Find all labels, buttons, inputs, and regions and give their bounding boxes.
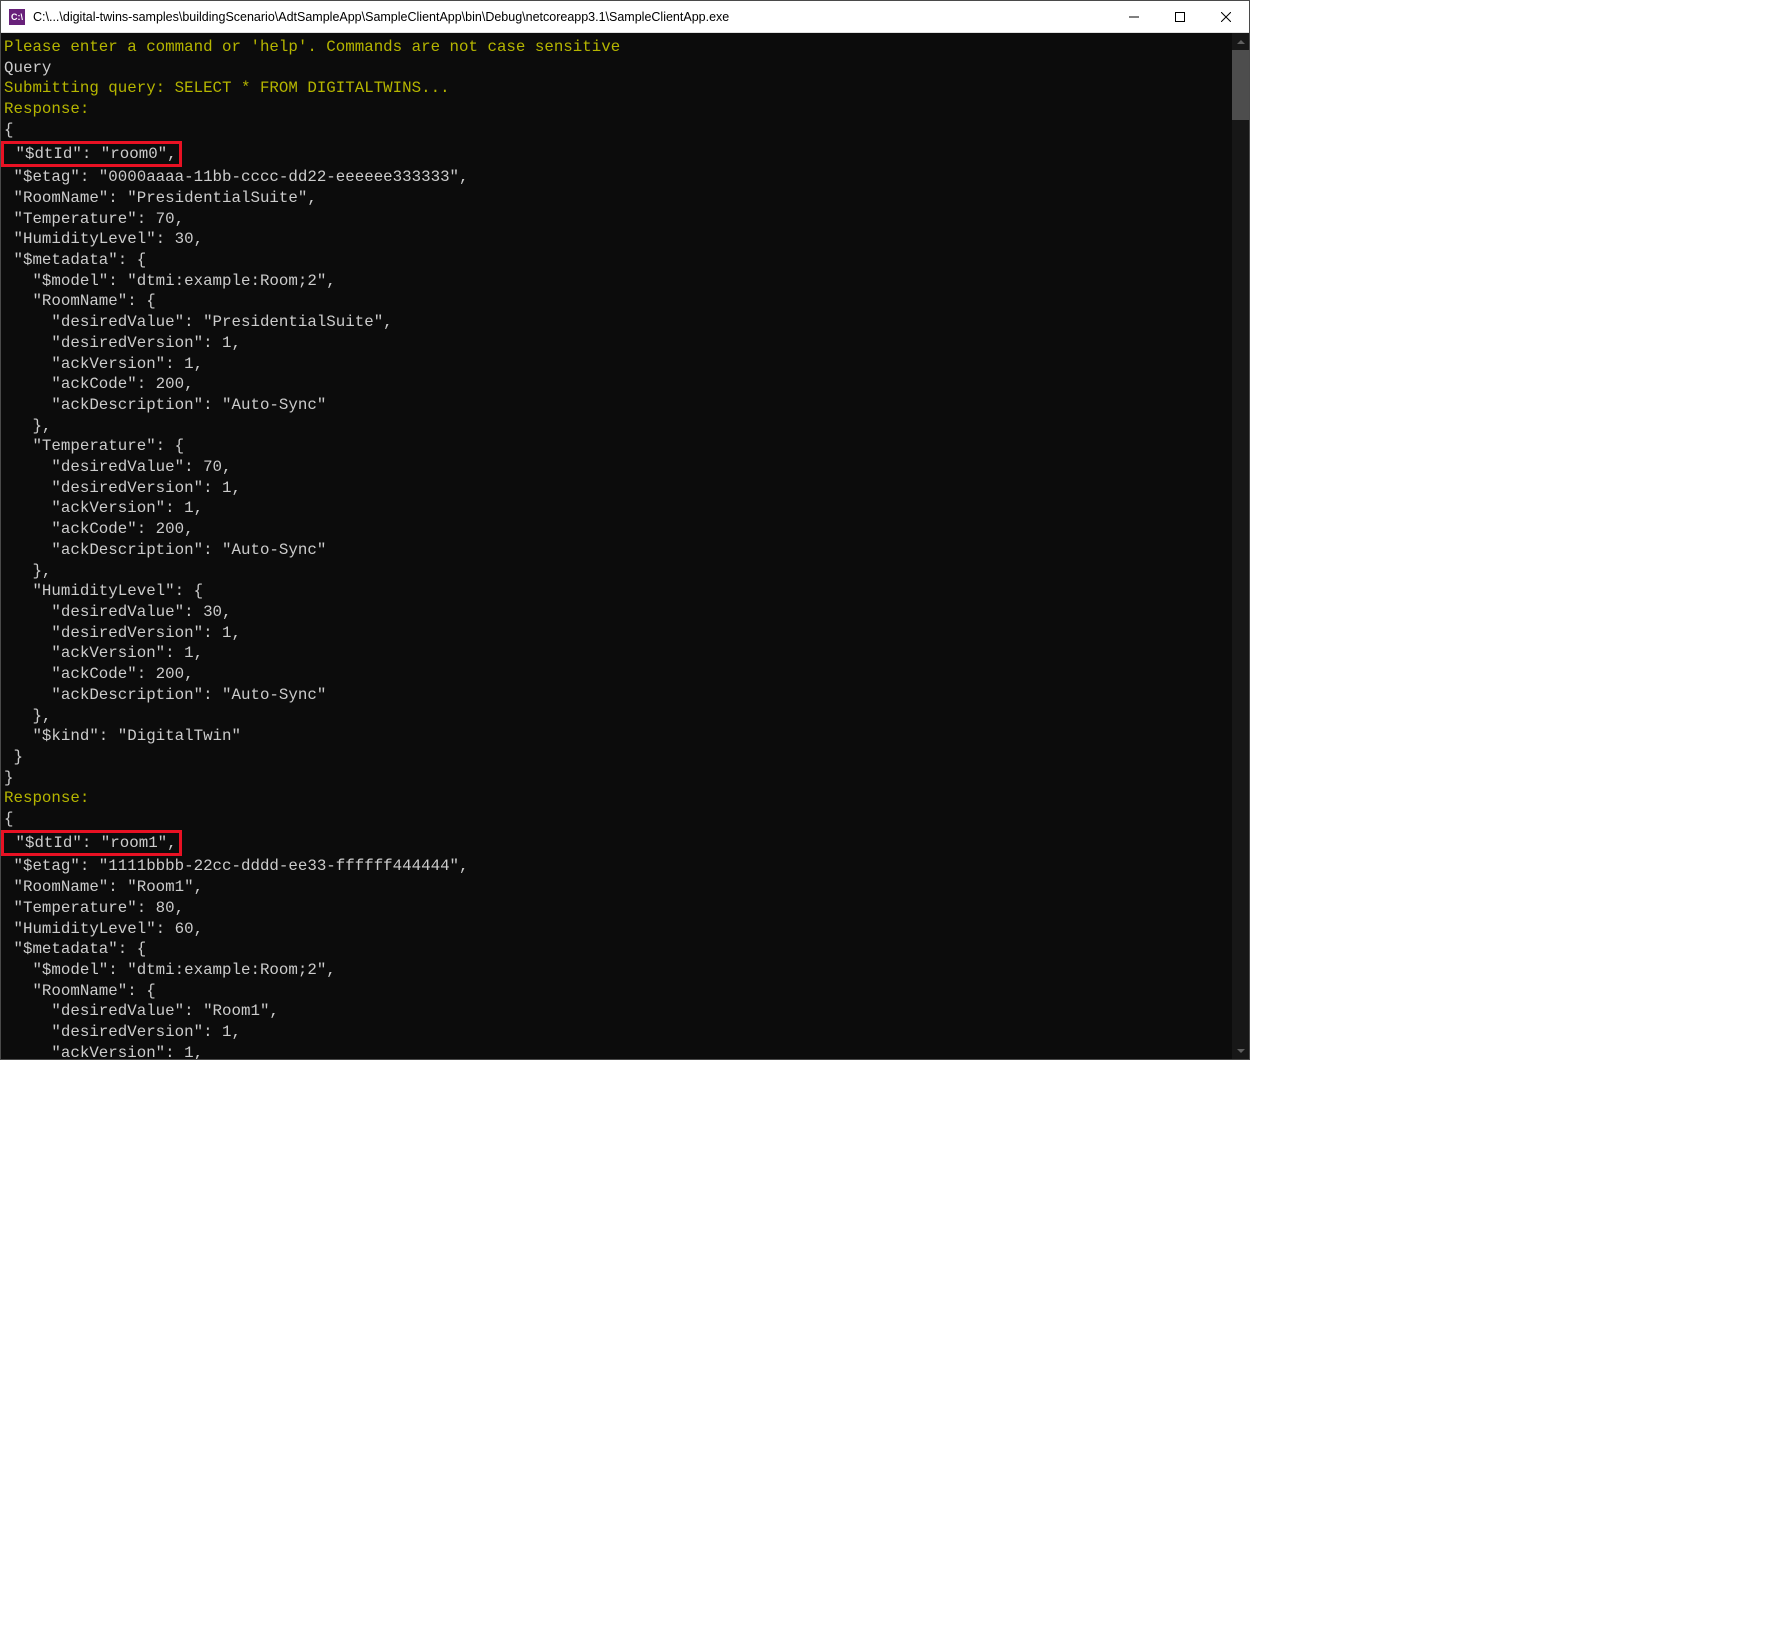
close-button[interactable] xyxy=(1203,1,1249,32)
maximize-button[interactable] xyxy=(1157,1,1203,32)
dtid-line-2: "$dtId": "room1", xyxy=(6,834,177,852)
scroll-down-button[interactable] xyxy=(1232,1042,1249,1059)
json-open-2: { xyxy=(4,810,13,828)
maximize-icon xyxy=(1175,12,1185,22)
json-body-1: "$etag": "0000aaaa-11bb-cccc-dd22-eeeeee… xyxy=(4,168,469,786)
prompt-text: Please enter a command or 'help'. Comman… xyxy=(4,38,620,56)
scroll-up-button[interactable] xyxy=(1232,33,1249,50)
close-icon xyxy=(1221,12,1231,22)
dtid-highlight-2: "$dtId": "room1", xyxy=(1,830,182,857)
minimize-button[interactable] xyxy=(1111,1,1157,32)
app-icon: C:\ xyxy=(9,9,25,25)
app-window: C:\ C:\...\digital-twins-samples\buildin… xyxy=(0,0,1250,1060)
response-label-2: Response: xyxy=(4,789,89,807)
response-label-1: Response: xyxy=(4,100,89,118)
window-controls xyxy=(1111,1,1249,32)
minimize-icon xyxy=(1129,12,1139,22)
vertical-scrollbar[interactable] xyxy=(1232,33,1249,1059)
json-body-2: "$etag": "1111bbbb-22cc-dddd-ee33-ffffff… xyxy=(4,857,469,1059)
dtid-line-1: "$dtId": "room0", xyxy=(6,145,177,163)
chevron-up-icon xyxy=(1237,40,1245,44)
titlebar[interactable]: C:\ C:\...\digital-twins-samples\buildin… xyxy=(1,1,1249,33)
window-title: C:\...\digital-twins-samples\buildingSce… xyxy=(33,10,1111,24)
console-output[interactable]: Please enter a command or 'help'. Comman… xyxy=(1,33,1232,1059)
chevron-down-icon xyxy=(1237,1049,1245,1053)
query-line: Query xyxy=(4,59,51,77)
scroll-thumb[interactable] xyxy=(1232,50,1249,120)
dtid-highlight-1: "$dtId": "room0", xyxy=(1,141,182,168)
submit-line: Submitting query: SELECT * FROM DIGITALT… xyxy=(4,79,450,97)
console-area: Please enter a command or 'help'. Comman… xyxy=(1,33,1249,1059)
json-open-1: { xyxy=(4,121,13,139)
